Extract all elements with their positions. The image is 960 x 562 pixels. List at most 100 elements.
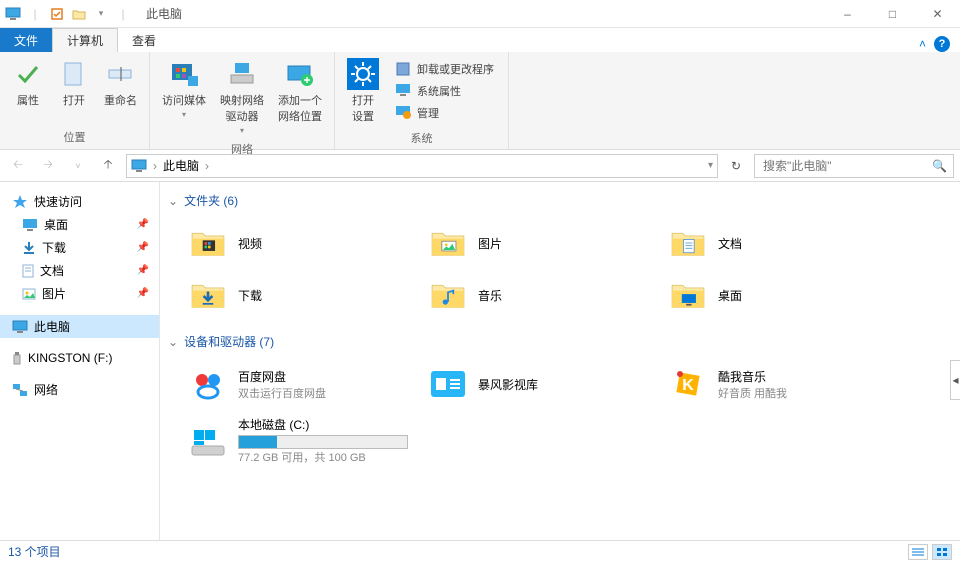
rename-button[interactable]: 重命名 <box>98 54 143 127</box>
pin-icon: 📌 <box>137 242 149 253</box>
tab-computer[interactable]: 计算机 <box>52 28 118 52</box>
breadcrumb-sep-icon[interactable]: › <box>153 159 157 173</box>
access-media-button[interactable]: 访问媒体▾ <box>156 54 212 139</box>
add-network-location-button[interactable]: 添加一个 网络位置 <box>272 54 328 139</box>
nav-label: 快速访问 <box>34 193 82 210</box>
item-icon: K <box>668 364 708 404</box>
drive-usage-bar <box>238 435 408 449</box>
view-details-button[interactable] <box>908 544 928 560</box>
sysprop-icon <box>395 83 411 99</box>
maximize-button[interactable]: □ <box>870 0 915 28</box>
close-button[interactable]: ✕ <box>915 0 960 28</box>
breadcrumb-this-pc[interactable]: 此电脑 <box>163 157 199 174</box>
nav-item-5[interactable]: 此电脑 <box>0 315 159 338</box>
nav-item-6[interactable]: KINGSTON (F:) <box>0 348 159 368</box>
address-box[interactable]: › 此电脑 › ▾ <box>126 154 718 178</box>
settings-gear-icon <box>347 58 379 90</box>
tab-file[interactable]: 文件 <box>0 28 52 52</box>
system-properties-button[interactable]: 系统属性 <box>391 81 498 101</box>
manage-icon <box>395 105 411 121</box>
checkmark-icon <box>12 58 44 90</box>
uninstall-programs-button[interactable]: 卸载或更改程序 <box>391 59 498 79</box>
item-label: 本地磁盘 (C:) <box>238 416 408 433</box>
nav-icon <box>22 218 38 232</box>
nav-recent-dropdown[interactable]: ˅ <box>66 154 90 178</box>
media-icon <box>168 58 200 90</box>
breadcrumb-sep-icon-2[interactable]: › <box>205 159 209 173</box>
group-header-0[interactable]: ⌄文件夹 (6) <box>160 188 960 213</box>
nav-item-7[interactable]: 网络 <box>0 378 159 401</box>
nav-icon <box>12 194 28 210</box>
status-item-count: 13 个项目 <box>8 543 61 560</box>
item-0-1[interactable]: 图片 <box>424 217 664 269</box>
nav-icon <box>12 320 28 334</box>
item-0-4[interactable]: 音乐 <box>424 269 664 321</box>
item-label: 酷我音乐 <box>718 368 787 385</box>
preview-pane-toggle[interactable]: ◂ <box>950 360 960 400</box>
nav-back-button[interactable]: 🡠 <box>6 154 30 178</box>
manage-button[interactable]: 管理 <box>391 103 498 123</box>
search-input[interactable] <box>761 158 932 174</box>
minimize-button[interactable]: – <box>825 0 870 28</box>
group-header-1[interactable]: ⌄设备和驱动器 (7) <box>160 329 960 354</box>
nav-label: 文档 <box>40 262 64 279</box>
item-icon <box>668 275 708 315</box>
address-dropdown-icon[interactable]: ▾ <box>708 160 713 171</box>
item-label: 桌面 <box>718 287 742 304</box>
qat-properties-icon[interactable] <box>48 5 66 23</box>
item-0-5[interactable]: 桌面 <box>664 269 904 321</box>
navigation-pane: 快速访问桌面📌下载📌文档📌图片📌此电脑KINGSTON (F:)网络 <box>0 182 160 540</box>
tab-view[interactable]: 查看 <box>118 28 170 52</box>
rename-icon <box>105 58 137 90</box>
item-0-0[interactable]: 视频 <box>184 217 424 269</box>
item-1-2[interactable]: K酷我音乐好音质 用酷我 <box>664 358 904 410</box>
item-icon <box>428 275 468 315</box>
item-icon <box>668 223 708 263</box>
item-1-0[interactable]: 百度网盘双击运行百度网盘 <box>184 358 424 410</box>
open-settings-button[interactable]: 打开 设置 <box>341 54 385 128</box>
item-icon <box>188 223 228 263</box>
item-subtitle: 77.2 GB 可用，共 100 GB <box>238 449 408 465</box>
item-label: 暴风影视库 <box>478 376 538 393</box>
nav-icon <box>12 383 28 397</box>
ribbon-collapse-icon[interactable]: ˄ <box>919 37 926 51</box>
item-label: 视频 <box>238 235 262 252</box>
item-1-3[interactable]: 本地磁盘 (C:) 77.2 GB 可用，共 100 GB <box>184 410 424 471</box>
group-title: 设备和驱动器 (7) <box>184 333 274 350</box>
window-title: 此电脑 <box>146 5 182 22</box>
group-title: 文件夹 (6) <box>184 192 238 209</box>
nav-icon <box>12 351 22 365</box>
nav-icon <box>22 288 36 300</box>
help-icon[interactable]: ? <box>934 36 950 52</box>
nav-item-0[interactable]: 快速访问 <box>0 190 159 213</box>
qat-newfolder-icon[interactable] <box>70 5 88 23</box>
nav-label: KINGSTON (F:) <box>28 351 112 365</box>
search-icon[interactable]: 🔍 <box>932 159 947 173</box>
nav-item-3[interactable]: 文档📌 <box>0 259 159 282</box>
nav-up-button[interactable]: 🡡 <box>96 154 120 178</box>
open-button[interactable]: 打开 <box>52 54 96 127</box>
item-icon <box>188 364 228 404</box>
group-location-label: 位置 <box>6 127 143 147</box>
item-icon <box>188 421 228 461</box>
map-drive-icon <box>226 58 258 90</box>
view-large-icons-button[interactable] <box>932 544 952 560</box>
item-label: 图片 <box>478 235 502 252</box>
nav-item-1[interactable]: 桌面📌 <box>0 213 159 236</box>
nav-item-2[interactable]: 下载📌 <box>0 236 159 259</box>
nav-icon <box>22 241 36 255</box>
qat-dropdown-icon[interactable]: ▾ <box>92 5 110 23</box>
pin-icon: 📌 <box>137 288 149 299</box>
item-0-2[interactable]: 文档 <box>664 217 904 269</box>
map-drive-button[interactable]: 映射网络 驱动器▾ <box>214 54 270 139</box>
nav-item-4[interactable]: 图片📌 <box>0 282 159 305</box>
item-1-1[interactable]: 暴风影视库 <box>424 358 664 410</box>
item-subtitle: 双击运行百度网盘 <box>238 385 326 401</box>
search-box[interactable]: 🔍 <box>754 154 954 178</box>
properties-button[interactable]: 属性 <box>6 54 50 127</box>
nav-forward-button[interactable]: 🡢 <box>36 154 60 178</box>
refresh-button[interactable]: ↻ <box>724 154 748 178</box>
item-0-3[interactable]: 下载 <box>184 269 424 321</box>
add-location-icon <box>284 58 316 90</box>
item-icon <box>188 275 228 315</box>
